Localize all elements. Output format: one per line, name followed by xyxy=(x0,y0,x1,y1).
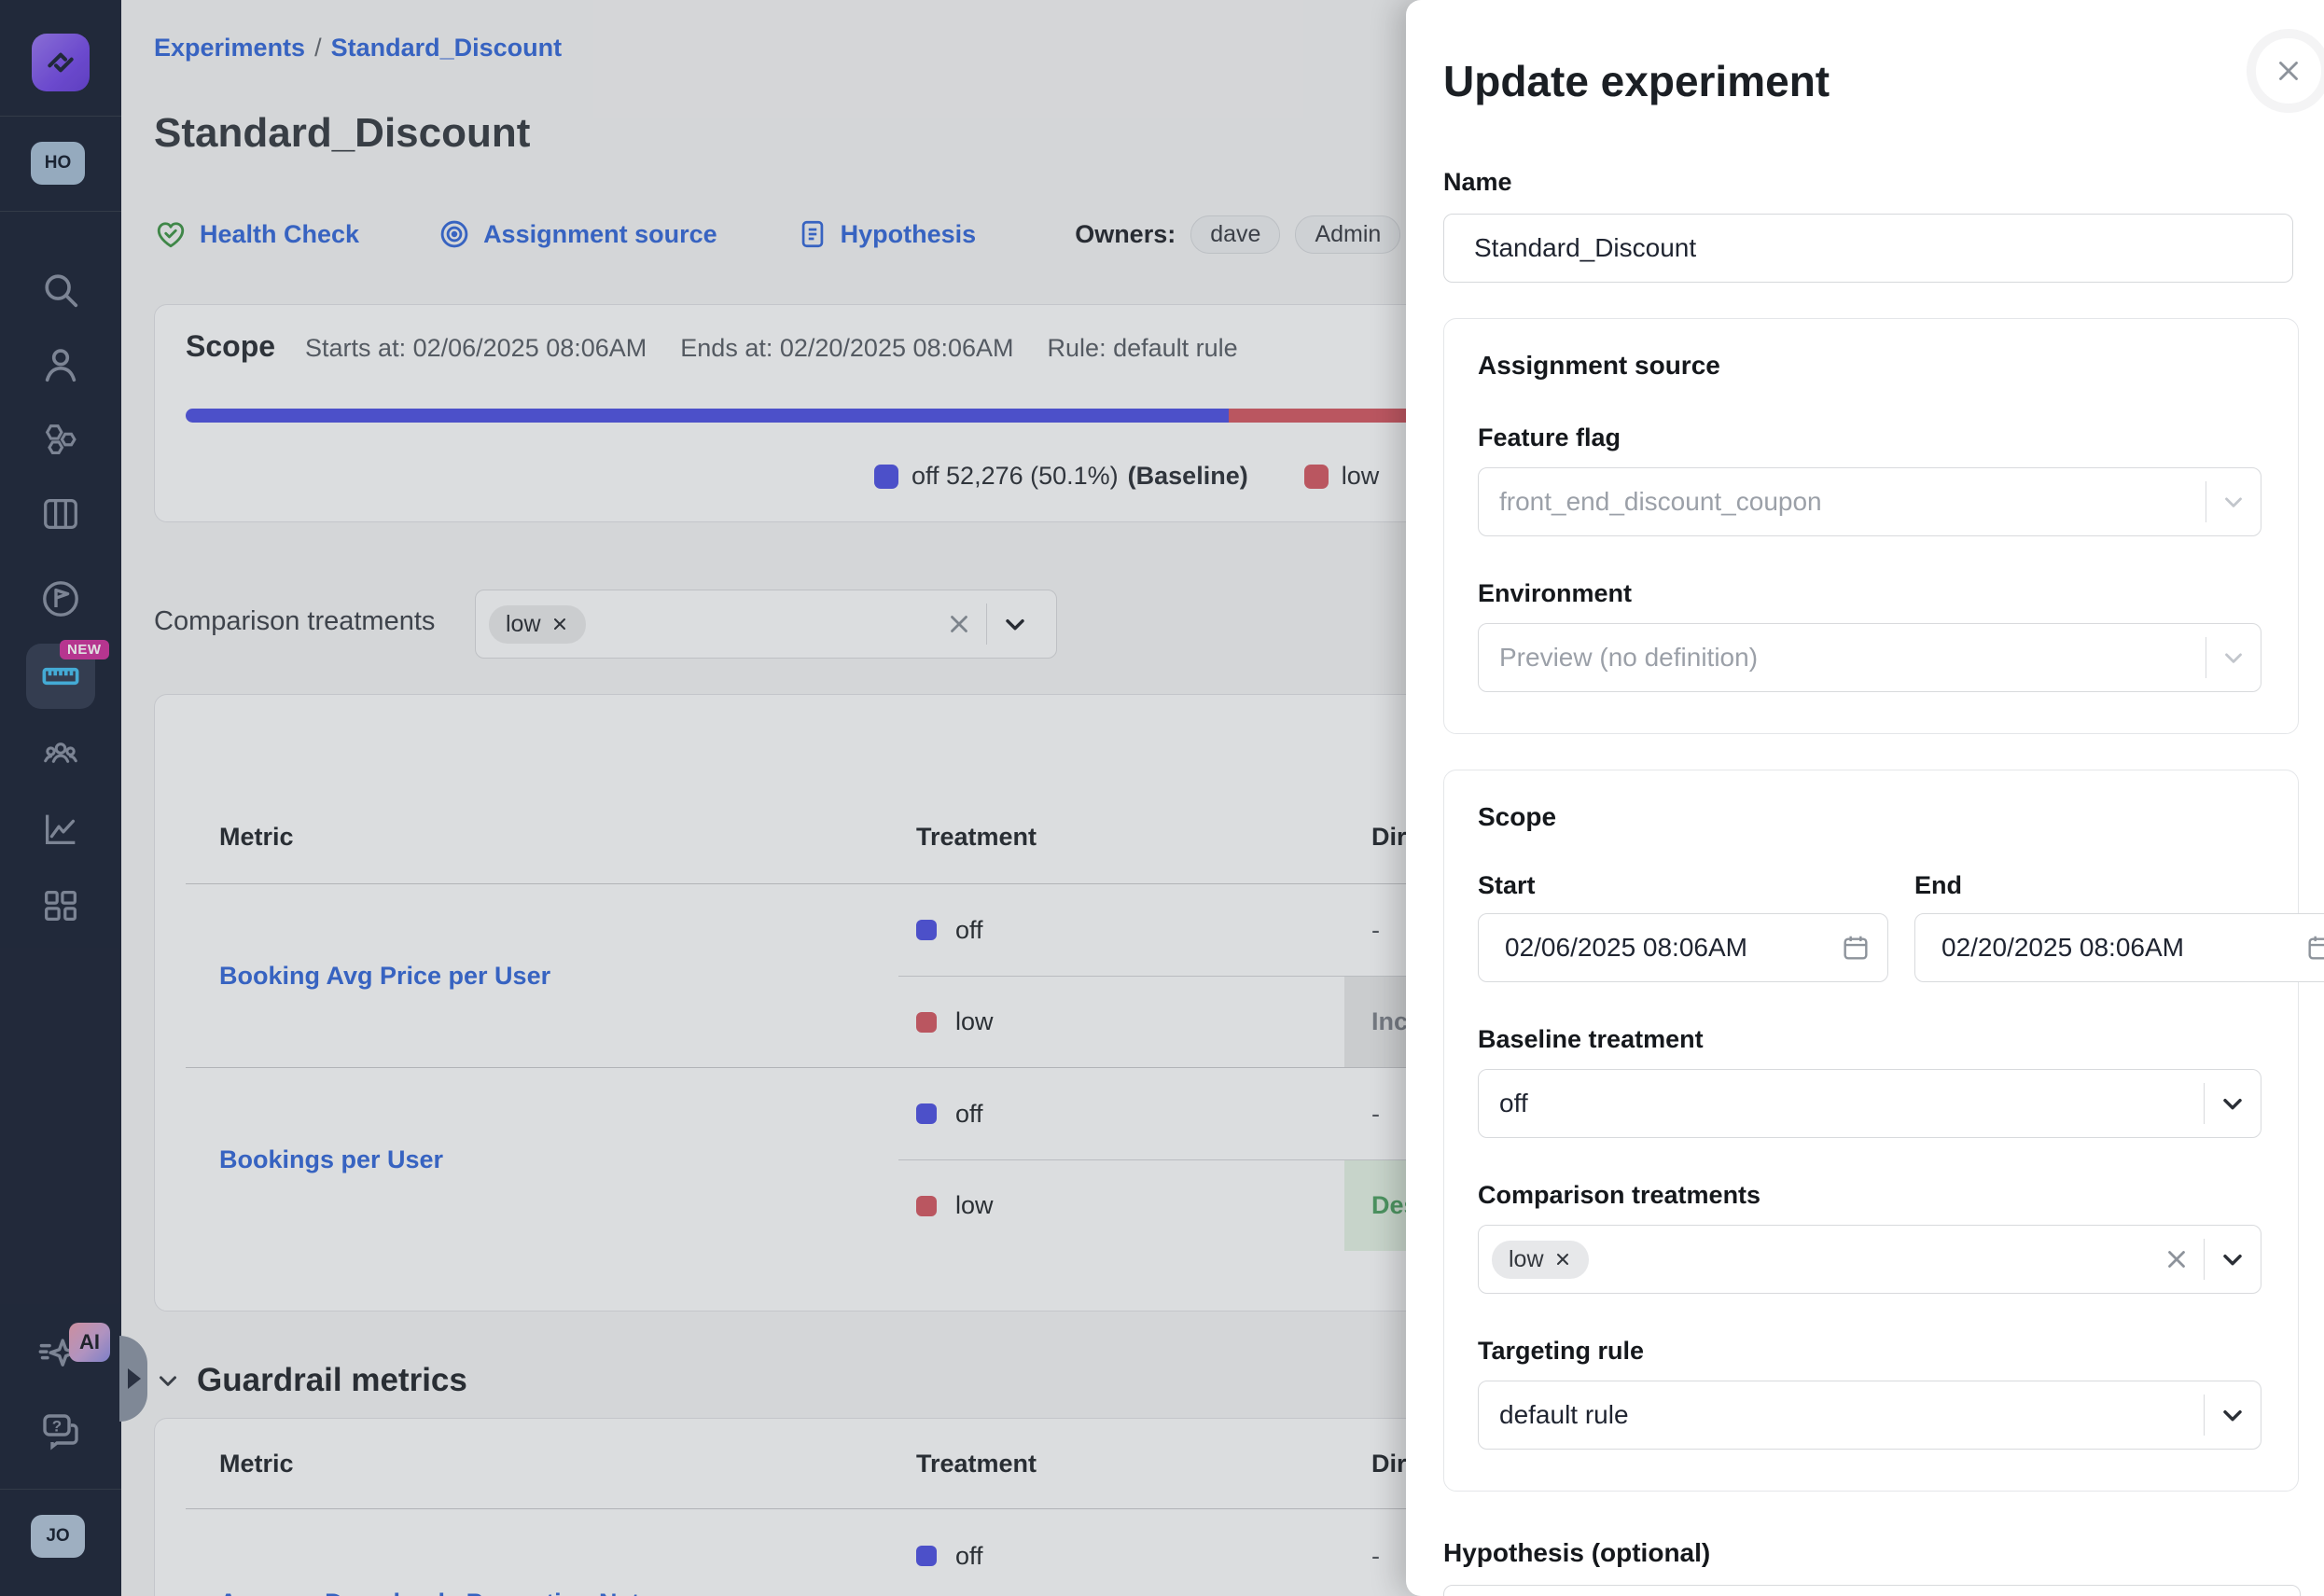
calendar-icon[interactable] xyxy=(2305,933,2324,963)
feature-flag-select[interactable]: front_end_discount_coupon xyxy=(1478,467,2261,536)
end-label: End xyxy=(1914,871,2324,900)
drawer-title: Update experiment xyxy=(1443,56,2324,106)
start-date-value: 02/06/2025 08:06AM xyxy=(1505,933,1747,963)
treatment-chip-low[interactable]: low xyxy=(1492,1241,1589,1279)
hypothesis-textarea[interactable] xyxy=(1443,1585,2301,1596)
baseline-treatment-select[interactable]: off xyxy=(1478,1069,2261,1138)
assignment-source-heading: Assignment source xyxy=(1478,351,2264,381)
end-date-input[interactable]: 02/20/2025 08:06AM xyxy=(1914,913,2324,982)
chevron-down-icon[interactable] xyxy=(2205,1400,2261,1430)
calendar-icon[interactable] xyxy=(1841,933,1871,963)
chevron-down-icon xyxy=(2206,644,2261,672)
chevron-down-icon[interactable] xyxy=(2205,1244,2261,1274)
chevron-down-icon[interactable] xyxy=(2205,1089,2261,1118)
name-input[interactable] xyxy=(1443,214,2293,283)
close-icon xyxy=(2273,55,2304,87)
scope-heading: Scope xyxy=(1478,802,2264,832)
environment-label: Environment xyxy=(1478,579,2264,608)
targeting-rule-value: default rule xyxy=(1499,1400,1629,1430)
targeting-rule-select[interactable]: default rule xyxy=(1478,1381,2261,1450)
chip-remove-icon[interactable] xyxy=(1553,1250,1572,1269)
scope-card: Scope Start 02/06/2025 08:06AM End 02/20… xyxy=(1443,770,2299,1492)
baseline-treatment-label: Baseline treatment xyxy=(1478,1025,2264,1054)
name-label: Name xyxy=(1443,168,2324,197)
update-experiment-drawer: Update experiment Name Assignment source… xyxy=(1406,0,2324,1596)
start-date-group: Start 02/06/2025 08:06AM xyxy=(1478,832,1888,982)
environment-select[interactable]: Preview (no definition) xyxy=(1478,623,2261,692)
targeting-rule-label: Targeting rule xyxy=(1478,1337,2264,1366)
hypothesis-optional-label: Hypothesis (optional) xyxy=(1443,1538,2324,1568)
clear-selection-icon[interactable] xyxy=(2150,1245,2204,1273)
close-button[interactable] xyxy=(2247,29,2324,113)
chip-label: low xyxy=(1509,1246,1544,1273)
comparison-treatments-label: Comparison treatments xyxy=(1478,1181,2264,1210)
feature-flag-value: front_end_discount_coupon xyxy=(1499,487,1822,517)
end-date-value: 02/20/2025 08:06AM xyxy=(1941,933,2184,963)
environment-value: Preview (no definition) xyxy=(1499,643,1758,673)
comparison-treatments-select[interactable]: low xyxy=(1478,1225,2261,1294)
end-date-group: End 02/20/2025 08:06AM xyxy=(1914,832,2324,982)
start-label: Start xyxy=(1478,871,1888,900)
start-date-input[interactable]: 02/06/2025 08:06AM xyxy=(1478,913,1888,982)
baseline-treatment-value: off xyxy=(1499,1089,1528,1118)
assignment-source-card: Assignment source Feature flag front_end… xyxy=(1443,318,2299,734)
feature-flag-label: Feature flag xyxy=(1478,423,2264,452)
chevron-down-icon xyxy=(2206,488,2261,516)
